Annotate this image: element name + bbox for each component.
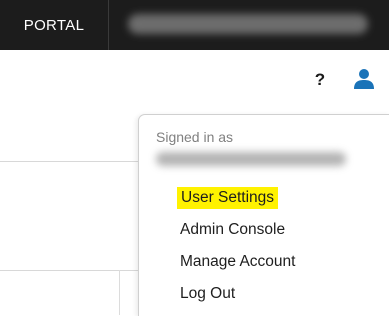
redacted-user-email [156, 152, 346, 166]
table-column-divider [119, 270, 120, 315]
menu-item-manage-account[interactable]: Manage Account [180, 251, 295, 273]
topbar-divider [108, 0, 109, 50]
portal-link[interactable]: PORTAL [0, 0, 108, 50]
menu-item-admin-console[interactable]: Admin Console [180, 219, 285, 241]
redacted-user-name [128, 14, 368, 34]
user-icon[interactable] [353, 68, 375, 90]
menu-item-user-settings[interactable]: User Settings [177, 187, 279, 209]
top-navigation-bar: PORTAL [0, 0, 389, 50]
menu-item-log-out[interactable]: Log Out [180, 283, 235, 305]
signed-in-label: Signed in as [156, 129, 234, 145]
account-dropdown-menu: Signed in as User Settings Admin Console… [138, 114, 389, 316]
help-icon[interactable]: ? [311, 68, 329, 92]
